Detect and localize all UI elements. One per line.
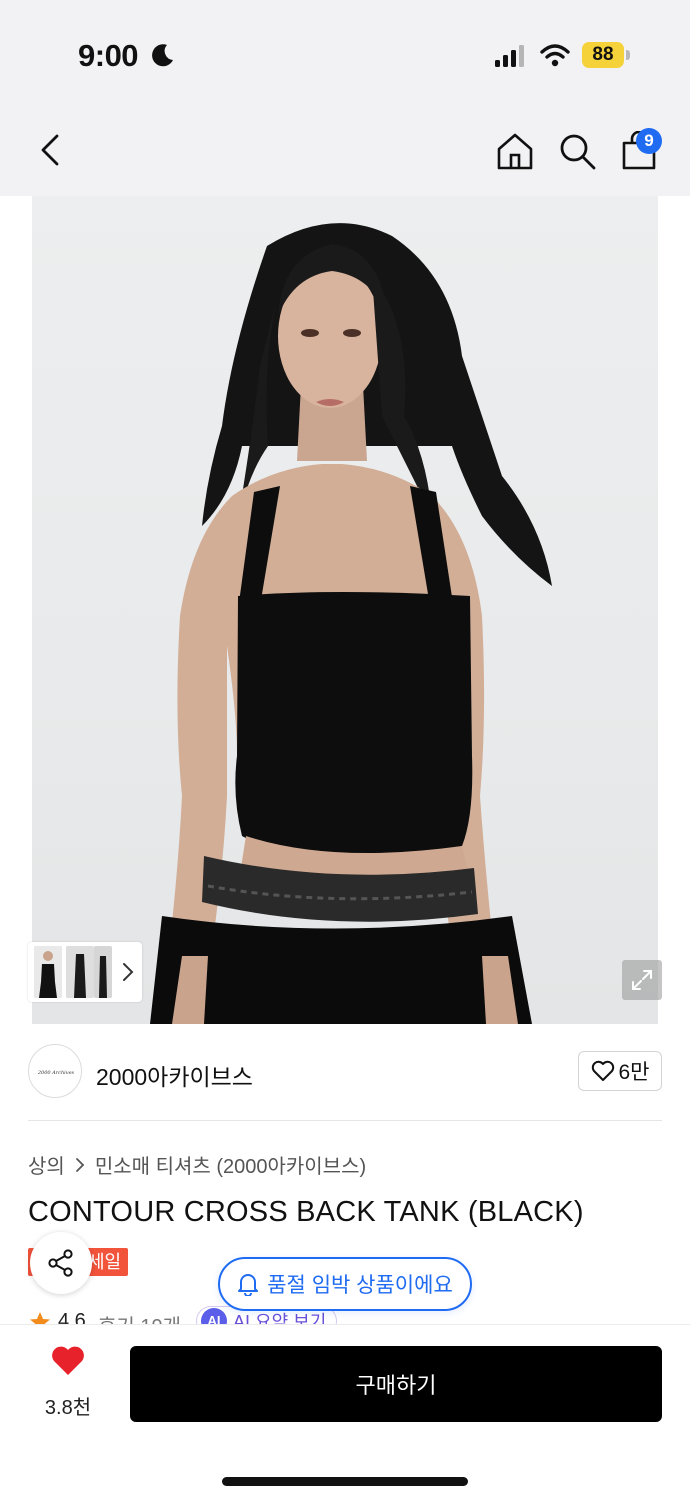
share-button[interactable] xyxy=(30,1232,92,1294)
bottom-action-bar: 3.8천 구매하기 xyxy=(0,1324,690,1500)
search-icon xyxy=(560,134,596,170)
favorite-button[interactable]: 3.8천 xyxy=(36,1345,100,1425)
bell-icon xyxy=(238,1274,259,1296)
thumbnail-3[interactable] xyxy=(94,946,112,998)
brand-like-button[interactable]: 6만 xyxy=(578,1051,662,1091)
thumbnail-2[interactable] xyxy=(66,946,94,998)
brand-row: 2000 Archives 2000아카이브스 6만 xyxy=(28,1044,662,1100)
thumbnail-strip[interactable] xyxy=(28,942,142,1002)
thumbnail-image xyxy=(34,946,62,998)
favorite-count: 3.8천 xyxy=(44,1397,92,1419)
status-time: 9:00 xyxy=(78,38,139,73)
svg-text:2000 Archives: 2000 Archives xyxy=(37,1070,75,1076)
brand-logo-image: 2000 Archives xyxy=(37,1070,75,1076)
chevron-right-icon xyxy=(75,1157,85,1172)
chevron-right-icon[interactable] xyxy=(122,962,134,982)
breadcrumb: 상의 민소매 티셔츠 (2000아카이브스) xyxy=(28,1150,366,1179)
expand-image-button[interactable] xyxy=(622,960,662,1000)
cart-count-badge: 9 xyxy=(636,128,662,154)
wifi-icon xyxy=(540,44,570,67)
brand-logo[interactable]: 2000 Archives xyxy=(28,1044,82,1098)
low-stock-message: 품절 임박 상품이에요 xyxy=(267,1274,453,1297)
cellular-signal-icon xyxy=(495,45,524,67)
brand-name[interactable]: 2000아카이브스 xyxy=(96,1058,253,1092)
product-photo xyxy=(150,223,552,1024)
home-indicator[interactable] xyxy=(222,1477,468,1486)
battery-indicator: 88 xyxy=(582,42,630,68)
breadcrumb-category[interactable]: 상의 xyxy=(28,1150,65,1179)
share-icon xyxy=(48,1249,73,1277)
heart-outline-icon xyxy=(591,1060,614,1081)
divider xyxy=(28,1120,662,1121)
breadcrumb-subcategory[interactable]: 민소매 티셔츠 (2000아카이브스) xyxy=(95,1150,366,1179)
status-bar: 9:00 88 xyxy=(0,0,690,110)
app-header xyxy=(0,110,690,196)
expand-icon xyxy=(632,970,652,990)
thumbnail-image xyxy=(94,946,112,998)
product-image[interactable] xyxy=(32,196,658,1024)
home-icon xyxy=(497,133,533,170)
battery-nub xyxy=(626,50,630,60)
moon-icon xyxy=(152,44,173,67)
low-stock-toast[interactable]: 품절 임박 상품이에요 xyxy=(218,1257,472,1311)
heart-filled-icon xyxy=(52,1346,84,1375)
thumbnail-1[interactable] xyxy=(34,946,62,998)
home-button[interactable] xyxy=(494,130,536,172)
thumbnail-image xyxy=(66,946,94,998)
battery-level: 88 xyxy=(582,42,624,68)
brand-like-count: 6만 xyxy=(618,1061,650,1084)
buy-button[interactable]: 구매하기 xyxy=(130,1346,662,1422)
product-title: CONTOUR CROSS BACK TANK (BLACK) xyxy=(28,1196,584,1228)
back-icon xyxy=(41,134,59,166)
back-button[interactable] xyxy=(30,130,70,170)
search-button[interactable] xyxy=(556,130,598,172)
